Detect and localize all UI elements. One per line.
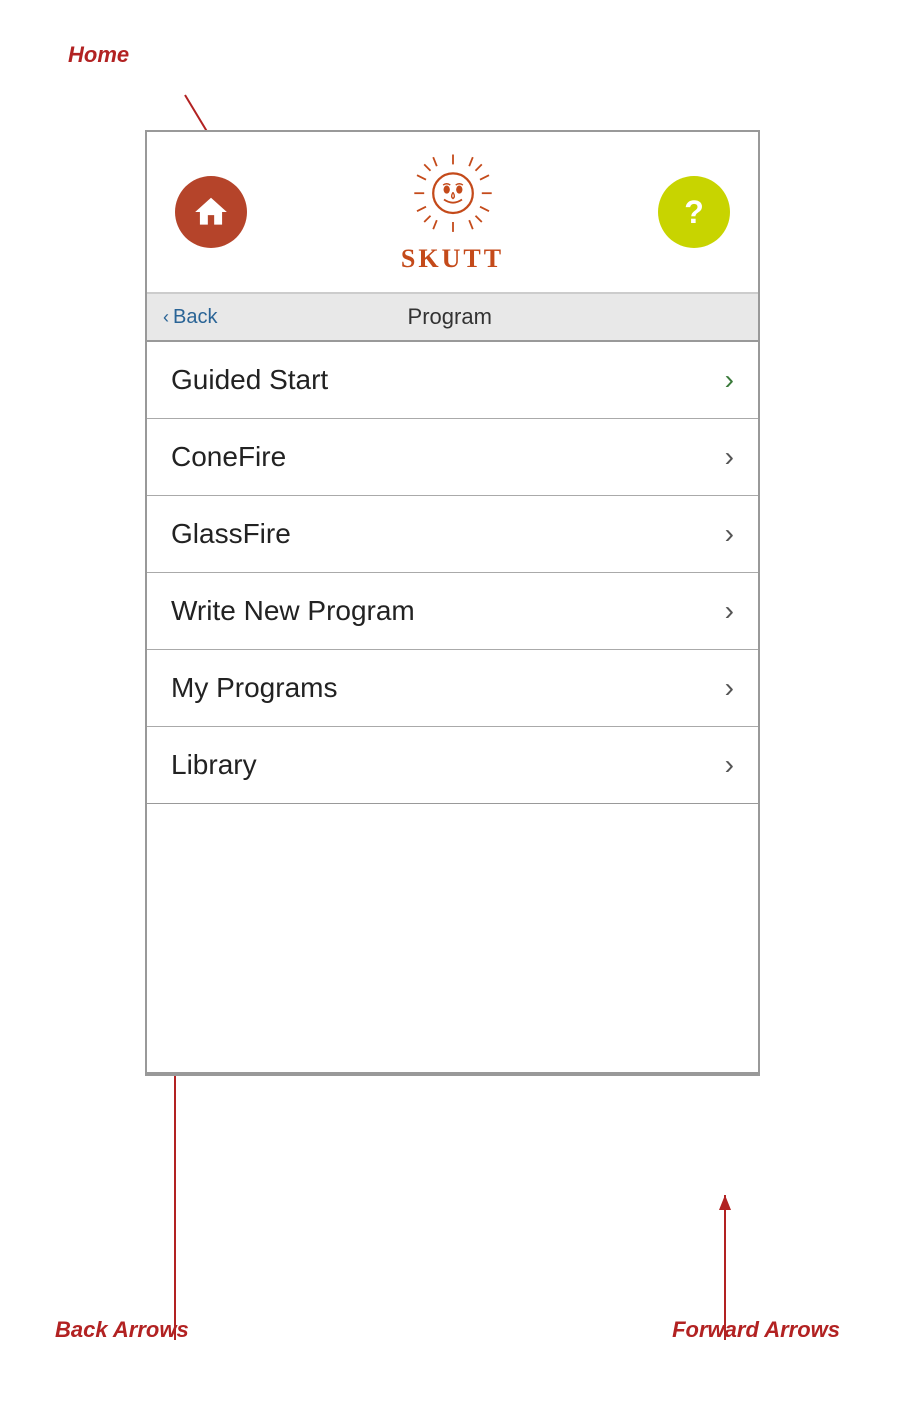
empty-content-area <box>147 804 758 1074</box>
menu-item-my-programs[interactable]: My Programs › <box>147 650 758 727</box>
menu-item-label-library: Library <box>171 749 257 781</box>
nav-bar: ‹ Back Program <box>147 294 758 342</box>
chevron-icon-write-new-program: › <box>725 595 734 627</box>
logo-text: SKUTT <box>401 244 504 274</box>
device-frame: SKUTT ? ‹ Back Program Guided Start › Co… <box>145 130 760 1076</box>
home-button[interactable] <box>175 176 247 248</box>
back-button[interactable]: ‹ Back <box>163 306 217 329</box>
home-annotation: Home <box>68 42 129 68</box>
page-wrapper: Home <box>0 0 900 1413</box>
skutt-sun-logo <box>408 150 498 240</box>
forward-arrows-annotation: Forward Arrows <box>672 1317 840 1343</box>
help-icon: ? <box>684 194 704 231</box>
chevron-icon-conefire: › <box>725 441 734 473</box>
menu-item-label-guided-start: Guided Start <box>171 364 328 396</box>
menu-item-library[interactable]: Library › <box>147 727 758 803</box>
logo-area: SKUTT <box>401 150 504 274</box>
home-icon <box>192 193 230 231</box>
menu-item-write-new-program[interactable]: Write New Program › <box>147 573 758 650</box>
menu-item-label-my-programs: My Programs <box>171 672 337 704</box>
menu-item-label-glassfire: GlassFire <box>171 518 291 550</box>
help-button[interactable]: ? <box>658 176 730 248</box>
nav-title: Program <box>217 304 682 330</box>
chevron-icon-glassfire: › <box>725 518 734 550</box>
menu-list: Guided Start › ConeFire › GlassFire › Wr… <box>147 342 758 804</box>
menu-item-guided-start[interactable]: Guided Start › <box>147 342 758 419</box>
header: SKUTT ? <box>147 132 758 294</box>
chevron-icon-guided-start: › <box>725 364 734 396</box>
chevron-icon-my-programs: › <box>725 672 734 704</box>
back-label[interactable]: Back <box>173 306 217 329</box>
chevron-icon-library: › <box>725 749 734 781</box>
menu-item-label-conefire: ConeFire <box>171 441 286 473</box>
back-arrows-annotation: Back Arrows <box>55 1317 189 1343</box>
back-chevron-icon: ‹ <box>163 307 169 328</box>
menu-item-label-write-new-program: Write New Program <box>171 595 415 627</box>
menu-item-conefire[interactable]: ConeFire › <box>147 419 758 496</box>
menu-item-glassfire[interactable]: GlassFire › <box>147 496 758 573</box>
